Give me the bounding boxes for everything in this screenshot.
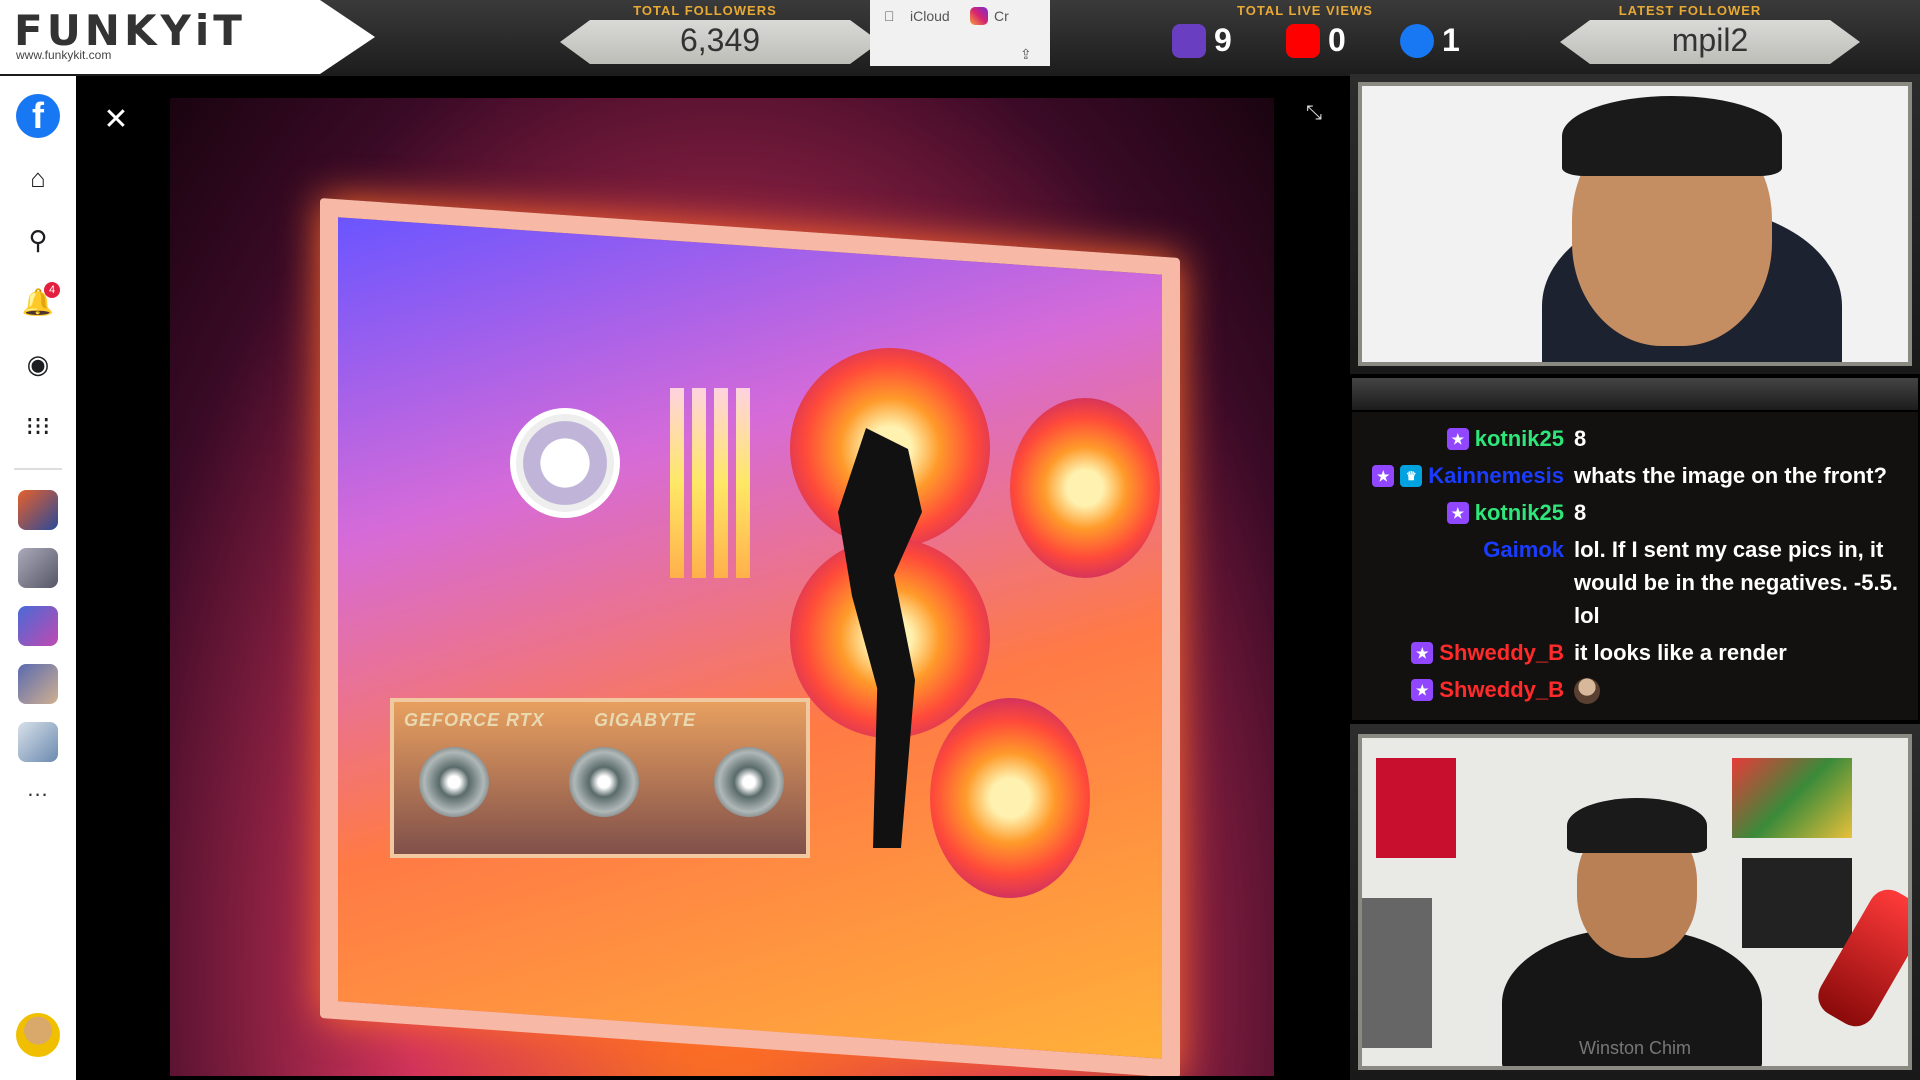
chat-text: it looks like a render: [1574, 640, 1787, 665]
facebook-views: 1: [1400, 22, 1460, 59]
baseball-cap: [1567, 798, 1707, 853]
webcam-room-frame: [1358, 734, 1912, 1070]
more-shortcuts-button[interactable]: ...: [16, 776, 60, 802]
pc-case: [320, 197, 1180, 1076]
crown-badge-icon: ♛: [1400, 464, 1423, 487]
youtube-views: 0: [1286, 22, 1346, 59]
case-fan-2: [1010, 398, 1160, 578]
search-icon[interactable]: ⚲: [16, 218, 60, 262]
gpu-fan-1: [419, 747, 489, 817]
star-badge-icon: ★: [1372, 464, 1395, 487]
facebook-logo-icon[interactable]: f: [16, 94, 60, 138]
facebook-views-count: 1: [1442, 22, 1460, 58]
chat-text: whats the image on the front?: [1574, 463, 1887, 488]
twitch-views: 9: [1172, 22, 1232, 59]
star-badge-icon: ★: [1446, 501, 1469, 524]
shortcut-thumbnail-2[interactable]: [18, 548, 58, 588]
brand-url: www.funkykit.com: [16, 48, 112, 62]
share-icon[interactable]: ⇪: [1020, 46, 1032, 63]
shelf: [1362, 898, 1432, 1048]
chat-username: Shweddy_B: [1439, 677, 1564, 702]
facebook-left-rail: f ⌂ ⚲ 🔔 4 ◉ ⁝⁝⁝ ...: [0, 76, 76, 1080]
gpu-fan-3: [714, 747, 784, 817]
latest-follower-label: LATEST FOLLOWER: [1618, 3, 1762, 18]
youtube-views-count: 0: [1328, 22, 1346, 58]
chat-panel: ★ kotnik25 8 ★ ♛ Kainnemesis whats the imag…: [1352, 412, 1918, 720]
chat-username: Kainnemesis: [1428, 463, 1564, 488]
wall-poster-left: [1376, 758, 1456, 858]
chat-text: [1574, 673, 1904, 706]
ram-stick-2: [692, 388, 706, 578]
rail-divider: [14, 468, 62, 470]
chat-username: Shweddy_B: [1439, 640, 1564, 665]
emote-icon: [1574, 678, 1600, 705]
cpu-cooler: [510, 408, 620, 518]
stream-overlay-bar: FUNKYiT www.funkykit.com TOTAL FOLLOWERS…: [0, 0, 1920, 76]
notification-badge: 4: [44, 282, 60, 298]
chat-message: ★ kotnik25 8: [1352, 422, 1918, 455]
webcam-room: [1350, 724, 1920, 1080]
chat-text: 8: [1574, 500, 1587, 525]
gpu-fan-2: [569, 747, 639, 817]
shortcut-thumbnail-3[interactable]: [18, 606, 58, 646]
bookmark-icloud[interactable]: iCloud: [910, 8, 950, 24]
home-icon[interactable]: ⌂: [16, 156, 60, 200]
menu-grid-icon[interactable]: ⁝⁝⁝: [16, 404, 60, 448]
chat-message: ★ Shweddy_B it looks like a render: [1352, 636, 1918, 669]
notifications-icon[interactable]: 🔔 4: [16, 280, 60, 324]
pc-build-photo: GEFORCE RTX GIGABYTE: [170, 98, 1274, 1076]
chat-message: ★ Shweddy_B: [1352, 673, 1918, 706]
chat-username: kotnik25: [1474, 500, 1564, 525]
user-avatar[interactable]: [16, 1013, 60, 1057]
shortcut-thumbnail-4[interactable]: [18, 664, 58, 704]
monitor: [1742, 858, 1852, 948]
star-badge-icon: ★: [1411, 678, 1434, 701]
shortcut-thumbnail-1[interactable]: [18, 490, 58, 530]
close-icon[interactable]: ✕: [98, 102, 134, 138]
brand-logo-box: FUNKYiT www.funkykit.com: [0, 0, 375, 74]
baseball-cap: [1562, 96, 1782, 176]
ram-stick-3: [714, 388, 728, 578]
ram-stick-4: [736, 388, 750, 578]
chat-message: Gaimok lol. If I sent my case pics in, i…: [1352, 533, 1918, 632]
followers-label: TOTAL FOLLOWERS: [633, 3, 777, 18]
gpu-label-right: GIGABYTE: [594, 710, 697, 730]
chat-message: ★ kotnik25 8: [1352, 496, 1918, 529]
latest-follower-value: mpil2: [1671, 22, 1749, 58]
chat-message: ★ ♛ Kainnemesis whats the image on the fro…: [1352, 459, 1918, 492]
chat-text: lol. If I sent my case pics in, it would…: [1574, 537, 1898, 628]
collapse-icon[interactable]: ⤡: [1300, 102, 1328, 130]
wall-poster-right: [1732, 758, 1852, 838]
ram-stick-1: [670, 388, 684, 578]
messenger-icon[interactable]: ◉: [16, 342, 60, 386]
star-badge-icon: ★: [1446, 427, 1469, 450]
webcam-closeup: [1350, 74, 1920, 374]
chat-username: kotnik25: [1474, 426, 1564, 451]
chat-text: 8: [1574, 426, 1587, 451]
chat-divider: [1352, 378, 1918, 410]
streamer-name: Winston Chim: [1578, 1038, 1692, 1058]
shortcut-thumbnail-5[interactable]: [18, 722, 58, 762]
star-badge-icon: ★: [1411, 641, 1434, 664]
graphics-card: GEFORCE RTX GIGABYTE: [390, 698, 810, 858]
chat-username: Gaimok: [1483, 537, 1564, 562]
case-fan-4: [930, 698, 1090, 898]
gpu-label-left: GEFORCE RTX: [404, 710, 545, 730]
browser-bookmark-strip:  iCloud Cr ⇪: [870, 0, 1050, 66]
apple-icon: : [884, 8, 895, 24]
twitch-icon: [1172, 23, 1206, 58]
followers-value: 6,349: [679, 22, 761, 58]
webcam-closeup-frame: [1358, 82, 1912, 366]
instagram-icon: [970, 7, 988, 25]
live-views-label: TOTAL LIVE VIEWS: [1237, 3, 1373, 18]
bookmark-cr[interactable]: Cr: [994, 8, 1009, 24]
facebook-icon: [1400, 23, 1434, 58]
twitch-views-count: 9: [1214, 22, 1232, 58]
youtube-icon: [1286, 23, 1320, 58]
